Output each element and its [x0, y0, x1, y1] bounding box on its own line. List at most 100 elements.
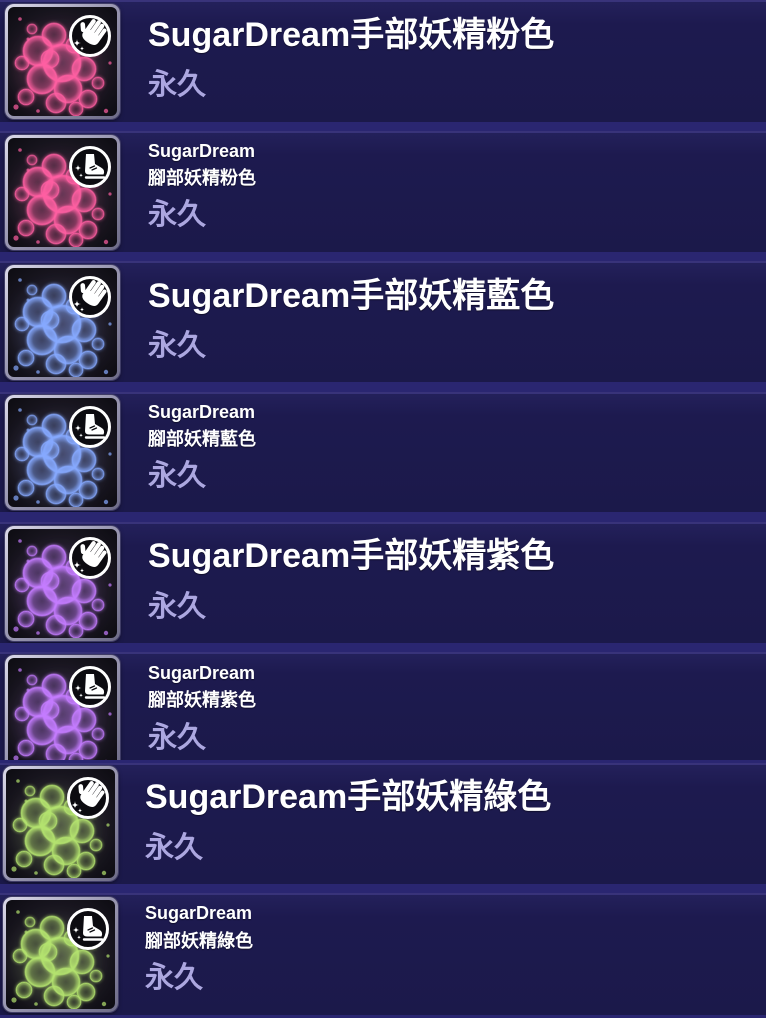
bubble: [41, 22, 67, 48]
bubble: [14, 186, 30, 202]
item-brand: SugarDream: [148, 141, 256, 161]
bubble: [15, 981, 33, 999]
inventory-item[interactable]: SugarDream 腳部妖精紫色 永久: [0, 652, 766, 760]
hand-icon: [68, 536, 112, 580]
item-duration: 永久: [148, 591, 207, 623]
item-name: SugarDream手部妖精粉色: [148, 16, 555, 54]
bubble: [12, 817, 28, 833]
bubble: [68, 101, 84, 116]
item-thumbnail: [5, 4, 120, 119]
bubble: [14, 55, 30, 71]
bubble: [40, 440, 60, 460]
bubble: [26, 63, 58, 95]
bubble-dot: [26, 688, 30, 692]
hand-icon: [68, 275, 112, 319]
bubble: [24, 825, 56, 857]
bubble: [26, 194, 58, 226]
bubble: [68, 623, 84, 638]
bubble: [91, 467, 105, 481]
bubble: [68, 232, 84, 247]
bubble: [17, 479, 35, 497]
item-thumbnail: [5, 395, 120, 510]
bubble: [40, 180, 60, 200]
bubble: [71, 447, 97, 473]
item-name: 腳部妖精紫色: [148, 690, 256, 710]
bubble-dot: [34, 871, 38, 875]
bubble-dot: [103, 499, 109, 505]
item-duration: 永久: [148, 199, 207, 231]
bubble: [40, 49, 60, 69]
bubble-dot: [36, 631, 40, 635]
bubble-dot: [108, 322, 112, 326]
item-thumbnail: [3, 897, 118, 1012]
bubble: [41, 673, 67, 699]
bubble: [45, 743, 67, 760]
bubble: [39, 784, 65, 810]
item-name: SugarDream手部妖精綠色: [145, 778, 552, 816]
bubble: [41, 413, 67, 439]
bubble-dot: [24, 930, 28, 934]
item-brand: SugarDream: [145, 903, 253, 923]
bubble: [26, 674, 38, 686]
bubble: [40, 310, 60, 330]
bubble: [26, 545, 38, 557]
bubble: [45, 92, 67, 114]
bubble-dot: [101, 1001, 107, 1007]
bubble: [40, 571, 60, 591]
inventory-item[interactable]: SugarDream手部妖精粉色 永久: [0, 0, 766, 122]
bubble-dot: [18, 148, 22, 152]
bubble: [45, 483, 67, 505]
bubble-dot: [103, 239, 109, 245]
bubble: [91, 207, 105, 221]
item-brand: SugarDream: [148, 402, 256, 422]
foot-icon: [68, 665, 112, 709]
inventory-item[interactable]: SugarDream手部妖精藍色 永久: [0, 261, 766, 382]
bubble: [17, 219, 35, 237]
bubble: [24, 785, 36, 797]
bubble-dot: [26, 559, 30, 563]
item-thumbnail: [3, 766, 118, 881]
bubble-dot: [11, 997, 17, 1003]
bubble-dot: [34, 1002, 38, 1006]
bubble: [26, 154, 38, 166]
bubble: [17, 610, 35, 628]
bubble: [26, 414, 38, 426]
bubble: [15, 850, 33, 868]
bubble-dot: [13, 235, 19, 241]
bubble-dot: [13, 626, 19, 632]
item-name: 腳部妖精綠色: [145, 931, 253, 951]
foot-icon: [68, 405, 112, 449]
bubble: [91, 727, 105, 741]
bubble-dot: [24, 799, 28, 803]
inventory-item[interactable]: SugarDream手部妖精綠色 永久: [0, 763, 766, 884]
bubble: [43, 854, 65, 876]
bubble-dot: [108, 452, 112, 456]
item-thumbnail: [5, 526, 120, 641]
foot-icon: [68, 145, 112, 189]
item-thumbnail: [5, 265, 120, 380]
bubble-dot: [36, 240, 40, 244]
bubble: [38, 942, 58, 962]
bubble: [14, 577, 30, 593]
inventory-item[interactable]: SugarDream 腳部妖精綠色 永久: [0, 893, 766, 1015]
bubble-dot: [108, 583, 112, 587]
bubble-dot: [26, 168, 30, 172]
bubble: [17, 349, 35, 367]
bubble-dot: [108, 712, 112, 716]
inventory-item[interactable]: SugarDream 腳部妖精藍色 永久: [0, 392, 766, 512]
bubble-dot: [106, 823, 110, 827]
bubble: [14, 706, 30, 722]
inventory-item[interactable]: SugarDream 腳部妖精粉色 永久: [0, 131, 766, 252]
bubble: [26, 714, 58, 746]
bubble: [41, 544, 67, 570]
bubble: [68, 362, 84, 377]
bubble: [66, 863, 82, 878]
inventory-item[interactable]: SugarDream手部妖精紫色 永久: [0, 522, 766, 643]
bubble: [41, 153, 67, 179]
bubble: [91, 598, 105, 612]
item-duration: 永久: [148, 460, 207, 492]
bubble: [24, 956, 56, 988]
item-thumbnail: [5, 135, 120, 250]
bubble: [69, 949, 95, 975]
bubble-dot: [26, 298, 30, 302]
